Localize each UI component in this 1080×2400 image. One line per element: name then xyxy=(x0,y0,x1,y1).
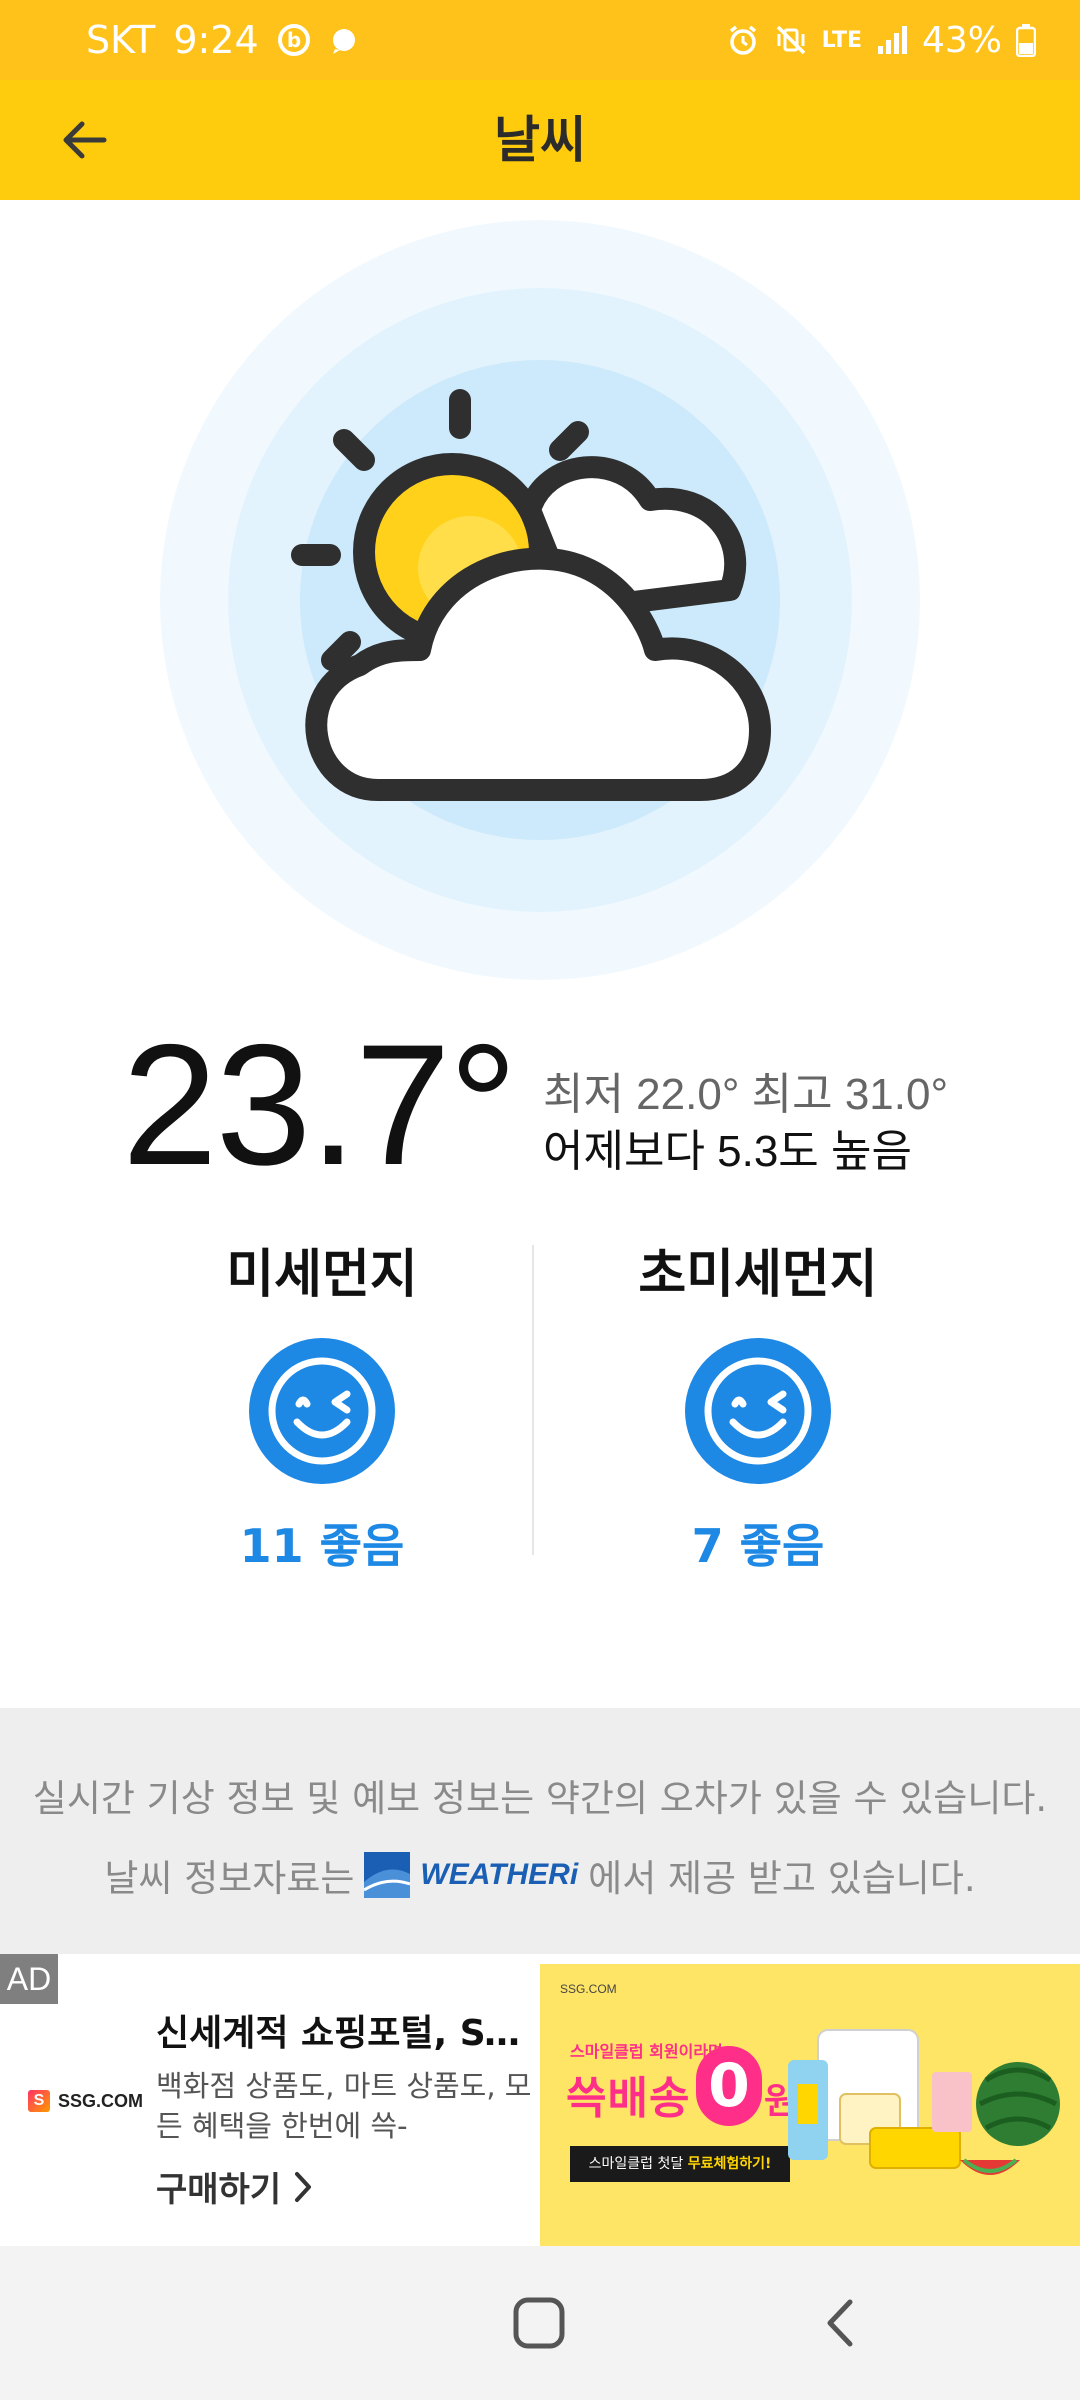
ad-title[interactable]: 신세계적 쇼핑포털, SS... xyxy=(156,2004,526,2056)
back-button[interactable] xyxy=(40,102,128,178)
ad-brand: SSG.COM xyxy=(58,2090,144,2111)
page-title: 날씨 xyxy=(494,111,586,169)
fine-dust-panel: 미세먼지 11 좋음 xyxy=(112,1240,532,1576)
status-bar: SKT 9:24 b LTE 43% xyxy=(0,0,1080,80)
product-illustration-icon xyxy=(788,2029,1060,2175)
ad-banner-image[interactable]: SSG.COM 스마일클럽 회원이라면 쓱배송 0 원 스마일클럽 첫달 무료체… xyxy=(540,1964,1080,2246)
vibrate-mute-icon xyxy=(774,23,808,57)
back-chevron-icon xyxy=(827,2299,853,2347)
provider-prefix: 날씨 정보자료는 xyxy=(104,1857,355,1900)
provider-name: WEATHERi xyxy=(420,1858,579,1891)
buy-button[interactable]: 구매하기 xyxy=(156,2162,313,2211)
alarm-icon xyxy=(726,23,760,57)
ultrafine-dust-value: 7 좋음 xyxy=(691,1519,825,1573)
ssg-s-icon: S xyxy=(28,2090,50,2112)
arrow-left-icon xyxy=(63,121,107,159)
ultrafine-dust-panel: 초미세먼지 7 좋음 xyxy=(548,1240,968,1576)
min-max-temperature: 최저 22.0° 최고 31.0° xyxy=(543,1070,949,1119)
app-bar: 날씨 xyxy=(0,80,1080,200)
weatheri-emblem-icon xyxy=(364,1852,411,1898)
system-nav-bar xyxy=(0,2246,1080,2400)
info-section: 실시간 기상 정보 및 예보 정보는 약간의 오차가 있을 수 있습니다. 날씨… xyxy=(0,1708,1080,1954)
smile-wink-icon xyxy=(249,1338,395,1484)
battery-icon xyxy=(1016,23,1036,57)
ad-unit[interactable]: AD S SSG.COM 신세계적 쇼핑포털, SS... 백화점 상품도, 마… xyxy=(0,1954,1080,2246)
smile-wink-icon xyxy=(685,1338,831,1484)
accuracy-notice: 실시간 기상 정보 및 예보 정보는 약간의 오차가 있을 수 있습니다. xyxy=(32,1777,1048,1820)
signal-icon xyxy=(876,24,908,56)
temperature-comparison: 어제보다 5.3도 높음 xyxy=(543,1127,912,1176)
weatheri-logo: WEATHERi xyxy=(364,1852,578,1898)
provider-notice: 날씨 정보자료는 WEATHERi 에서 제공 받고 있습니다. xyxy=(0,1848,1080,1902)
current-temperature: 23.7° xyxy=(122,1009,518,1201)
home-button[interactable] xyxy=(512,2296,566,2350)
svg-text:b: b xyxy=(286,28,300,52)
fine-dust-title: 미세먼지 xyxy=(226,1245,418,1305)
home-square-icon xyxy=(513,2297,565,2349)
carrier-label: SKT xyxy=(86,18,156,62)
ultrafine-dust-title: 초미세먼지 xyxy=(638,1245,878,1305)
ad-badge: AD xyxy=(0,1954,58,2004)
bubble-icon xyxy=(329,25,359,55)
ssg-logo: S SSG.COM xyxy=(28,2090,143,2112)
clock: 9:24 xyxy=(173,18,259,62)
battery-percent: 43% xyxy=(921,19,1002,61)
buy-label: 구매하기 xyxy=(156,2170,282,2210)
b-app-icon: b xyxy=(277,23,311,57)
chevron-right-icon xyxy=(295,2171,312,2202)
lte-icon: LTE xyxy=(821,27,862,53)
partly-cloudy-icon xyxy=(150,210,930,990)
fine-dust-value: 11 좋음 xyxy=(239,1519,405,1573)
nav-back-button[interactable] xyxy=(820,2296,860,2350)
divider xyxy=(532,1245,534,1555)
ad-description: 백화점 상품도, 마트 상품도, 모든 혜택을 한번에 쓱- xyxy=(156,2069,532,2143)
provider-suffix: 에서 제공 받고 있습니다. xyxy=(588,1857,976,1900)
